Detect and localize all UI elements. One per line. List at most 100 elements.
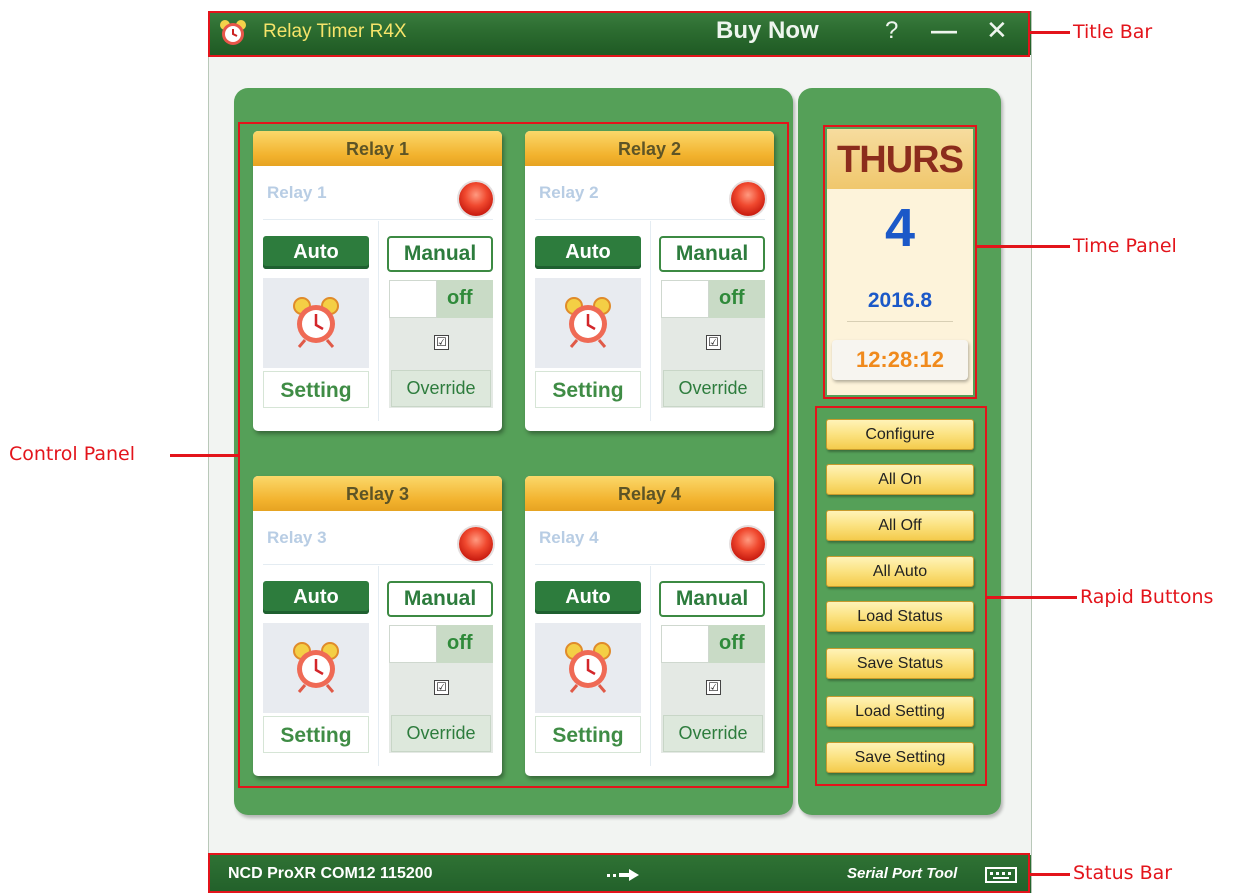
divider	[847, 321, 953, 322]
toggle-knob[interactable]	[389, 625, 437, 663]
setting-button[interactable]: Setting	[263, 716, 369, 753]
all-on-button[interactable]: All On	[826, 464, 974, 495]
toggle-knob[interactable]	[661, 280, 709, 318]
title-bar-pointer	[1030, 31, 1070, 34]
auto-button[interactable]: Auto	[263, 236, 369, 269]
relay-toggle[interactable]: off	[389, 280, 493, 318]
relay-name-label: Relay 1	[267, 183, 327, 202]
divider	[650, 221, 651, 421]
override-checkbox[interactable]: ☑	[434, 680, 449, 695]
clock-display: 12:28:12	[832, 340, 968, 380]
help-button[interactable]: ?	[885, 17, 898, 45]
override-area: ☑ Override	[389, 663, 493, 753]
auto-button[interactable]: Auto	[263, 581, 369, 614]
buy-now-button[interactable]: Buy Now	[716, 17, 819, 45]
alarm-clock-icon	[293, 642, 339, 693]
divider	[535, 564, 765, 565]
rapid-buttons-pointer	[987, 596, 1077, 599]
serial-port-tool-link[interactable]: Serial Port Tool	[847, 865, 957, 882]
keyboard-icon	[985, 867, 1017, 883]
divider	[535, 219, 765, 220]
relay-toggle[interactable]: off	[661, 625, 765, 663]
relay-toggle[interactable]: off	[661, 280, 765, 318]
relay-header: Relay 1	[253, 131, 502, 166]
time-panel-pointer	[977, 245, 1070, 248]
toggle-state-label: off	[447, 632, 473, 654]
relay-card-1: Relay 1 Relay 1 Auto Setting Manual off …	[253, 131, 502, 431]
day-of-month: 4	[884, 198, 916, 258]
toggle-state-label: off	[447, 287, 473, 309]
relay-header: Relay 4	[525, 476, 774, 511]
auto-button[interactable]: Auto	[535, 236, 641, 269]
save-status-button[interactable]: Save Status	[826, 648, 974, 679]
divider	[263, 219, 493, 220]
save-setting-button[interactable]: Save Setting	[826, 742, 974, 773]
load-setting-button[interactable]: Load Setting	[826, 696, 974, 727]
relay-name-label: Relay 4	[539, 528, 599, 547]
title-bar-annotation: Title Bar	[1073, 21, 1153, 43]
override-button[interactable]: Override	[663, 370, 763, 407]
override-checkbox[interactable]: ☑	[434, 335, 449, 350]
override-area: ☑ Override	[661, 318, 765, 408]
relay-header: Relay 3	[253, 476, 502, 511]
rapid-buttons-annotation: Rapid Buttons	[1080, 586, 1214, 608]
title-bar[interactable]: Relay Timer R4X Buy Now ? — ✕	[209, 11, 1031, 55]
relay-name-label: Relay 2	[539, 183, 599, 202]
minimize-button[interactable]: —	[931, 15, 957, 46]
time-panel: THURS 4 2016.8 12:28:12	[827, 129, 973, 395]
alarm-clock-icon	[293, 297, 339, 348]
alarm-clock-icon	[565, 642, 611, 693]
override-area: ☑ Override	[661, 663, 765, 753]
status-bar-annotation: Status Bar	[1073, 862, 1173, 884]
configure-button[interactable]: Configure	[826, 419, 974, 450]
relay-header: Relay 2	[525, 131, 774, 166]
arrow-right-icon	[607, 869, 639, 881]
manual-button[interactable]: Manual	[387, 236, 493, 272]
control-panel-annotation: Control Panel	[9, 443, 135, 465]
alarm-setting-area[interactable]	[263, 623, 369, 713]
override-button[interactable]: Override	[663, 715, 763, 752]
override-checkbox[interactable]: ☑	[706, 335, 721, 350]
status-led-icon	[459, 182, 493, 216]
all-off-button[interactable]: All Off	[826, 510, 974, 541]
relay-card-3: Relay 3 Relay 3 Auto Setting Manual off …	[253, 476, 502, 776]
status-bar: NCD ProXR COM12 115200 Serial Port Tool	[209, 855, 1031, 893]
alarm-setting-area[interactable]	[263, 278, 369, 368]
auto-button[interactable]: Auto	[535, 581, 641, 614]
weekday-label: THURS	[827, 129, 973, 189]
override-button[interactable]: Override	[391, 370, 491, 407]
manual-button[interactable]: Manual	[387, 581, 493, 617]
status-led-icon	[731, 182, 765, 216]
manual-button[interactable]: Manual	[659, 236, 765, 272]
override-button[interactable]: Override	[391, 715, 491, 752]
alarm-setting-area[interactable]	[535, 278, 641, 368]
divider	[378, 221, 379, 421]
alarm-clock-icon	[220, 20, 246, 45]
setting-button[interactable]: Setting	[535, 716, 641, 753]
manual-button[interactable]: Manual	[659, 581, 765, 617]
alarm-clock-icon	[565, 297, 611, 348]
control-panel-pointer	[170, 454, 238, 457]
close-button[interactable]: ✕	[986, 15, 1008, 46]
relay-name-label: Relay 3	[267, 528, 327, 547]
toggle-knob[interactable]	[389, 280, 437, 318]
status-bar-pointer	[1030, 873, 1070, 876]
setting-button[interactable]: Setting	[263, 371, 369, 408]
toggle-knob[interactable]	[661, 625, 709, 663]
all-auto-button[interactable]: All Auto	[826, 556, 974, 587]
relay-card-2: Relay 2 Relay 2 Auto Setting Manual off …	[525, 131, 774, 431]
divider	[650, 566, 651, 766]
toggle-state-label: off	[719, 287, 745, 309]
status-led-icon	[459, 527, 493, 561]
load-status-button[interactable]: Load Status	[826, 601, 974, 632]
year-month: 2016.8	[867, 289, 933, 312]
setting-button[interactable]: Setting	[535, 371, 641, 408]
connection-status: NCD ProXR COM12 115200	[228, 865, 433, 882]
relay-toggle[interactable]: off	[389, 625, 493, 663]
override-area: ☑ Override	[389, 318, 493, 408]
alarm-setting-area[interactable]	[535, 623, 641, 713]
divider	[263, 564, 493, 565]
override-checkbox[interactable]: ☑	[706, 680, 721, 695]
status-led-icon	[731, 527, 765, 561]
divider	[378, 566, 379, 766]
